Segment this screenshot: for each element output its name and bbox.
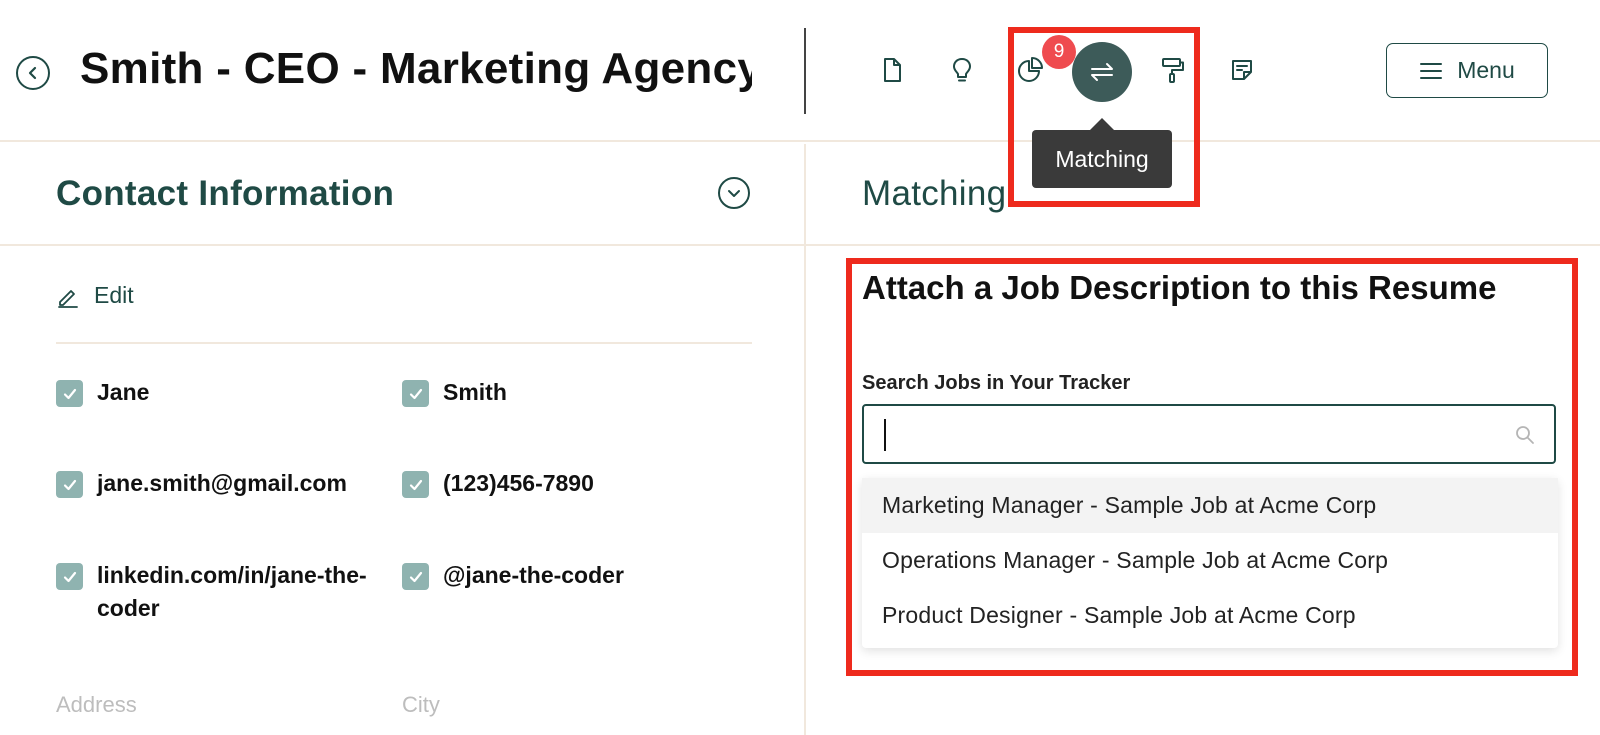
document-icon <box>884 58 901 82</box>
menu-button[interactable]: Menu <box>1386 43 1548 98</box>
search-jobs-input[interactable] <box>862 404 1556 464</box>
check-icon <box>63 571 76 582</box>
check-icon <box>409 571 422 582</box>
notification-badge: 9 <box>1042 35 1076 69</box>
phone-value: (123)456-7890 <box>443 470 594 496</box>
header-divider <box>804 28 806 114</box>
contact-panel: Contact Information Edit Jane Smith jane… <box>0 144 806 735</box>
search-jobs-label: Search Jobs in Your Tracker <box>862 372 1131 394</box>
last-name-value: Smith <box>443 379 507 405</box>
check-icon <box>409 479 422 490</box>
pencil-icon <box>58 289 78 308</box>
chevron-left-icon <box>28 66 37 80</box>
paint-roller-icon <box>1162 58 1184 83</box>
document-title: Smith - CEO - Marketing Agency <box>80 44 752 93</box>
matching-section-title: Matching <box>862 174 1007 213</box>
menu-label: Menu <box>1457 57 1515 83</box>
back-button[interactable] <box>16 56 50 90</box>
divider <box>56 342 752 344</box>
hamburger-icon <box>1420 62 1443 79</box>
email-value: jane.smith@gmail.com <box>97 470 347 496</box>
matching-tooltip: Matching <box>1032 118 1172 188</box>
phone-checkbox[interactable] <box>402 471 429 498</box>
city-field[interactable]: City <box>402 692 440 718</box>
chevron-down-icon <box>728 190 740 197</box>
email-checkbox[interactable] <box>56 471 83 498</box>
edit-button[interactable]: Edit <box>56 282 134 309</box>
first-name-checkbox[interactable] <box>56 380 83 407</box>
top-bar: Smith - CEO - Marketing Agency 9 Menu <box>0 0 1600 142</box>
text-caret <box>884 419 886 451</box>
pie-chart-icon <box>1018 57 1043 82</box>
handle-value: @jane-the-coder <box>443 562 624 588</box>
collapse-button[interactable] <box>718 177 750 209</box>
ideas-tool-button[interactable] <box>940 48 984 92</box>
contact-section-header: Contact Information <box>0 144 806 246</box>
attach-job-title: Attach a Job Description to this Resume <box>862 269 1497 306</box>
job-option[interactable]: Marketing Manager - Sample Job at Acme C… <box>862 478 1558 533</box>
search-icon <box>1516 426 1534 444</box>
job-suggestions-dropdown: Marketing Manager - Sample Job at Acme C… <box>862 478 1558 648</box>
check-icon <box>409 388 422 399</box>
matching-section-header: Matching <box>806 144 1600 246</box>
check-icon <box>63 388 76 399</box>
linkedin-checkbox[interactable] <box>56 563 83 590</box>
notes-tool-button[interactable] <box>1220 48 1264 92</box>
contact-section-title: Contact Information <box>56 174 395 213</box>
phone-field: (123)456-7890 <box>402 470 594 500</box>
handle-checkbox[interactable] <box>402 563 429 590</box>
linkedin-value: linkedin.com/in/jane-the-coder <box>97 562 367 621</box>
job-option[interactable]: Operations Manager - Sample Job at Acme … <box>862 533 1558 588</box>
lightbulb-icon <box>953 58 971 82</box>
linkedin-field: linkedin.com/in/jane-the-coder <box>56 562 386 625</box>
document-tool-button[interactable] <box>870 48 914 92</box>
sticky-note-icon <box>1232 60 1252 80</box>
design-tool-button[interactable] <box>1150 48 1194 92</box>
address-field[interactable]: Address <box>56 692 137 718</box>
job-option[interactable]: Product Designer - Sample Job at Acme Co… <box>862 588 1558 643</box>
last-name-field: Smith <box>402 379 507 409</box>
check-icon <box>63 479 76 490</box>
edit-label: Edit <box>94 282 134 308</box>
first-name-field: Jane <box>56 379 149 409</box>
handle-field: @jane-the-coder <box>402 562 624 592</box>
email-field: jane.smith@gmail.com <box>56 470 347 500</box>
first-name-value: Jane <box>97 379 150 405</box>
matching-arrows-icon <box>1091 63 1113 81</box>
matching-tool-button[interactable] <box>1072 42 1132 102</box>
last-name-checkbox[interactable] <box>402 380 429 407</box>
